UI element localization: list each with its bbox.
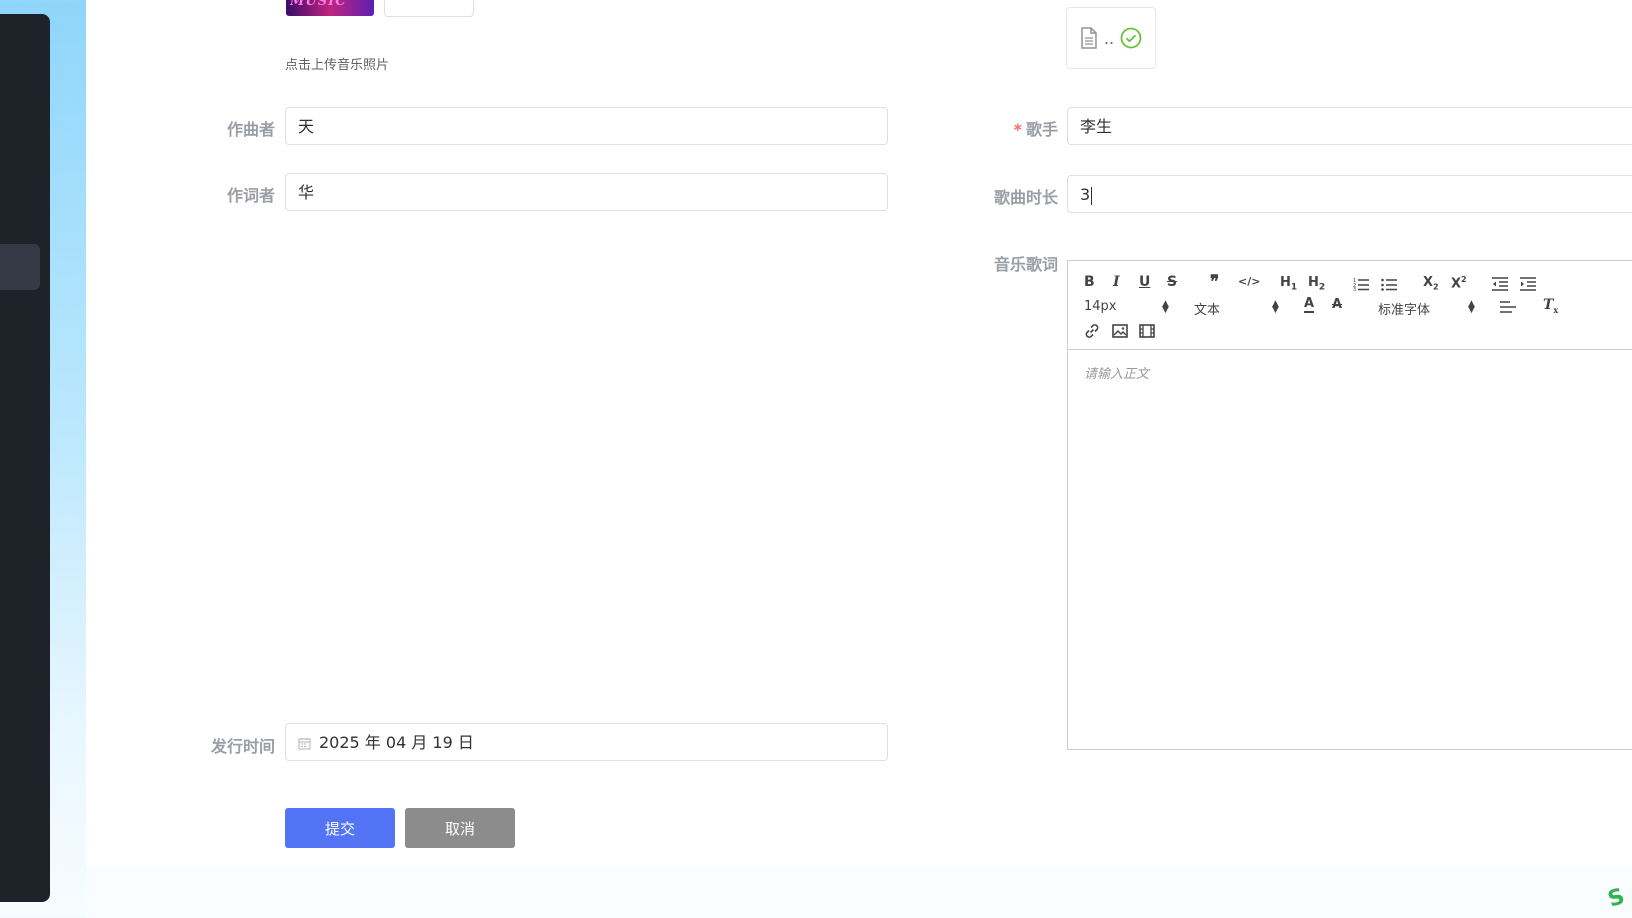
singer-value: 李生 xyxy=(1080,117,1113,136)
composer-input[interactable]: 天 xyxy=(285,107,888,145)
editor-placeholder: 请输入正文 xyxy=(1084,367,1150,382)
composer-value: 天 xyxy=(298,117,315,136)
thumbnail-text: MUSIC xyxy=(290,0,347,9)
upload-hint[interactable]: 点击上传音乐照片 xyxy=(285,54,389,73)
duration-input[interactable]: 3 xyxy=(1067,175,1632,213)
italic-icon[interactable]: I xyxy=(1113,274,1120,290)
singer-label-text: 歌手 xyxy=(1025,120,1058,139)
h2-icon[interactable]: H2 xyxy=(1308,275,1325,293)
required-mark: * xyxy=(1013,120,1022,139)
indent-icon[interactable] xyxy=(1520,277,1536,291)
clear-format-icon[interactable]: Tx xyxy=(1543,297,1558,315)
svg-text:3: 3 xyxy=(1353,287,1356,291)
font-color-icon[interactable]: A xyxy=(1304,297,1315,313)
lyrics-rich-text-editor[interactable]: B I U S ❞ </> H1 H2 123 X2 X2 14px ▲ ▼ 文本 xyxy=(1067,260,1632,750)
release-date-label: 发行时间 xyxy=(210,737,275,756)
text-caret xyxy=(1091,186,1093,205)
subscript-icon[interactable]: X2 xyxy=(1423,275,1439,292)
file-icon xyxy=(1081,27,1097,49)
outdent-icon[interactable] xyxy=(1492,277,1508,291)
underline-icon[interactable]: U xyxy=(1139,274,1150,290)
singer-label: * 歌手 xyxy=(960,116,1058,140)
block-format-select[interactable]: 文本 ▲ ▼ xyxy=(1194,299,1279,319)
h1-icon[interactable]: H1 xyxy=(1280,275,1297,293)
uploaded-file-card[interactable]: .. xyxy=(1066,7,1156,69)
calendar-icon xyxy=(298,738,311,750)
release-date-value: 2025 年 04 月 19 日 xyxy=(319,733,474,752)
font-family-select[interactable]: 标准字体 ▲ ▼ xyxy=(1378,299,1475,319)
composer-label: 作曲者 xyxy=(226,120,275,139)
lyrics-label: 音乐歌词 xyxy=(993,255,1058,274)
upload-box[interactable] xyxy=(384,0,474,17)
sidebar-active-item[interactable] xyxy=(0,244,40,290)
footer-strip xyxy=(86,867,1632,918)
lyricist-input[interactable]: 华 xyxy=(285,173,888,211)
unordered-list-icon[interactable] xyxy=(1381,277,1397,291)
strikethrough-icon[interactable]: S xyxy=(1167,274,1177,290)
block-format-value: 文本 xyxy=(1194,303,1221,318)
blockquote-icon[interactable]: ❞ xyxy=(1210,272,1219,292)
align-icon[interactable] xyxy=(1500,301,1516,313)
select-arrows-icon: ▲ ▼ xyxy=(1162,299,1169,315)
lyricist-label: 作词者 xyxy=(226,186,275,205)
video-icon[interactable] xyxy=(1139,324,1155,338)
ordered-list-icon[interactable]: 123 xyxy=(1353,277,1369,291)
music-cover-thumbnail[interactable]: MUSIC xyxy=(286,0,374,16)
lyricist-value: 华 xyxy=(298,183,315,202)
code-icon[interactable]: </> xyxy=(1238,275,1260,288)
font-size-select[interactable]: 14px ▲ ▼ xyxy=(1084,299,1169,315)
superscript-icon[interactable]: X2 xyxy=(1451,275,1467,291)
duration-label: 歌曲时长 xyxy=(993,188,1058,207)
sidebar xyxy=(0,14,50,902)
image-icon[interactable] xyxy=(1112,324,1128,338)
submit-button[interactable]: 提交 xyxy=(285,808,395,848)
success-check-icon xyxy=(1120,27,1142,49)
release-date-picker[interactable]: 2025 年 04 月 19 日 xyxy=(285,723,888,761)
font-size-value: 14px xyxy=(1084,299,1117,314)
cancel-button[interactable]: 取消 xyxy=(405,808,515,848)
editor-toolbar: B I U S ❞ </> H1 H2 123 X2 X2 14px ▲ ▼ 文本 xyxy=(1068,261,1632,350)
duration-value: 3 xyxy=(1080,185,1091,204)
file-name: .. xyxy=(1103,28,1115,48)
select-arrows-icon: ▲ ▼ xyxy=(1272,299,1279,315)
select-arrows-icon: ▲ ▼ xyxy=(1468,299,1475,315)
link-icon[interactable] xyxy=(1084,323,1100,339)
singer-input[interactable]: 李生 xyxy=(1067,107,1632,145)
background-color-icon[interactable]: A xyxy=(1332,297,1342,312)
bold-icon[interactable]: B xyxy=(1084,274,1095,290)
font-family-value: 标准字体 xyxy=(1378,303,1431,318)
